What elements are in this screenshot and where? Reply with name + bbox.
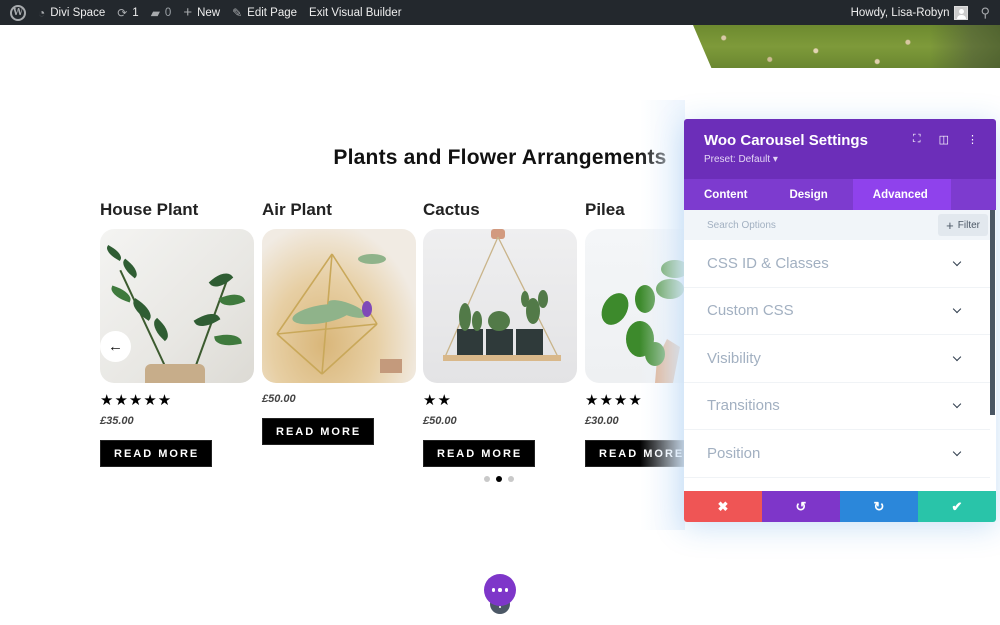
exit-visual-builder-label: Exit Visual Builder: [309, 6, 402, 19]
undo-icon: ↺: [795, 498, 807, 514]
more-options-icon[interactable]: ⋮: [967, 133, 978, 146]
filter-label: Filter: [957, 219, 980, 231]
product-name[interactable]: Cactus: [423, 200, 577, 224]
undo-button[interactable]: ↺: [762, 491, 840, 522]
tab-design[interactable]: Design: [767, 179, 852, 210]
builder-menu-button[interactable]: [484, 574, 516, 606]
wp-admin-bar: W ◔ Divi Space ⟳ 1 ▰ 0 + New ✎ Edit Page…: [0, 0, 1000, 25]
updates-icon: ⟳: [117, 5, 128, 20]
chevron-down-icon: [952, 352, 962, 361]
option-label: CSS ID & Classes: [707, 254, 829, 272]
filter-button[interactable]: + Filter: [938, 214, 988, 236]
product-price: £35.00: [100, 415, 134, 427]
exit-visual-builder-link[interactable]: Exit Visual Builder: [303, 0, 407, 25]
tab-advanced[interactable]: Advanced: [852, 179, 951, 210]
close-icon: ✖: [717, 498, 729, 514]
chevron-down-icon: [952, 257, 962, 266]
greeting: Howdy, Lisa-Robyn: [850, 6, 950, 19]
search-options-input[interactable]: [707, 219, 939, 231]
panel-tabs: Content Design Advanced: [684, 179, 996, 210]
arrow-left-icon: ←: [108, 338, 123, 355]
product-price: £50.00: [262, 393, 296, 405]
product-name[interactable]: Air Plant: [262, 200, 416, 224]
option-transitions[interactable]: Transitions: [684, 383, 990, 430]
option-label: Position: [707, 444, 761, 462]
wordpress-logo-icon: W: [10, 4, 26, 21]
edit-page-link[interactable]: ✎ Edit Page: [226, 0, 303, 25]
read-more-button[interactable]: READ MORE: [423, 440, 536, 467]
option-label: Custom CSS: [707, 302, 794, 320]
panel-shadow-fade: [640, 100, 685, 530]
check-icon: ✔: [951, 498, 963, 514]
discard-button[interactable]: ✖: [684, 491, 762, 522]
chevron-down-icon: [952, 305, 962, 314]
product-price: £50.00: [423, 415, 457, 427]
carousel-dot[interactable]: [484, 476, 490, 482]
split-view-icon[interactable]: ◫: [939, 133, 949, 146]
comments-link[interactable]: ▰ 0: [145, 0, 178, 25]
product-card: Cactus ★★ £50.00 READ MORE: [423, 200, 577, 467]
product-image-air-plant[interactable]: [262, 229, 416, 383]
tab-content[interactable]: Content: [684, 179, 767, 210]
redo-icon: ↻: [873, 498, 885, 514]
avatar-icon: [954, 5, 969, 20]
save-button[interactable]: ✔: [918, 491, 996, 522]
carousel-dot-active[interactable]: [496, 476, 502, 482]
carousel-pagination: [484, 476, 514, 482]
comments-count: 0: [164, 6, 172, 19]
rating-stars: ★★: [423, 392, 452, 409]
product-name[interactable]: House Plant: [100, 200, 254, 224]
hero-image-grass: [693, 25, 1000, 68]
plus-icon: +: [946, 217, 954, 233]
updates-link[interactable]: ⟳ 1: [111, 0, 144, 25]
updates-count: 1: [132, 6, 139, 19]
fullscreen-icon[interactable]: ⛶: [913, 133, 921, 146]
account-menu[interactable]: Howdy, Lisa-Robyn: [845, 0, 975, 25]
option-custom-css[interactable]: Custom CSS: [684, 288, 990, 335]
site-name-link[interactable]: ◔ Divi Space: [32, 0, 111, 25]
read-more-button[interactable]: READ MORE: [100, 440, 213, 467]
product-image-cactus[interactable]: [423, 229, 577, 383]
panel-header[interactable]: Woo Carousel Settings Preset: Default ▾ …: [684, 119, 996, 179]
option-visibility[interactable]: Visibility: [684, 335, 990, 383]
edit-page-label: Edit Page: [247, 6, 298, 19]
redo-button[interactable]: ↻: [840, 491, 918, 522]
new-content-link[interactable]: + New: [177, 0, 226, 25]
panel-actions: ✖ ↺ ↻ ✔: [684, 491, 996, 522]
site-name: Divi Space: [50, 6, 106, 19]
read-more-button[interactable]: READ MORE: [262, 418, 375, 445]
option-label: Transitions: [707, 397, 780, 415]
search-options-row: + Filter: [684, 210, 996, 240]
dashboard-icon: ◔: [38, 5, 46, 20]
pencil-icon: ✎: [232, 5, 243, 20]
carousel-dot[interactable]: [508, 476, 514, 482]
new-label: New: [197, 6, 221, 19]
product-card: Air Plant £50.00 READ MORE: [262, 200, 416, 445]
dot-icon: [498, 588, 502, 592]
option-label: Visibility: [707, 349, 761, 367]
dot-icon: [491, 588, 496, 592]
carousel-prev-button[interactable]: ←: [100, 331, 131, 362]
admin-search-button[interactable]: ⚲: [974, 0, 1000, 25]
wordpress-menu[interactable]: W: [0, 0, 32, 25]
woo-carousel-settings-panel: Woo Carousel Settings Preset: Default ▾ …: [684, 119, 996, 522]
rating-stars: ★★★★★: [100, 392, 173, 409]
chevron-down-icon: [952, 447, 962, 456]
plus-icon: +: [183, 4, 193, 21]
preset-dropdown[interactable]: Preset: Default ▾: [704, 154, 976, 165]
chevron-down-icon: [952, 400, 962, 409]
dot-icon: [504, 588, 509, 592]
option-css-id-classes[interactable]: CSS ID & Classes: [684, 240, 990, 288]
search-icon: ⚲: [980, 4, 990, 20]
panel-scrollbar[interactable]: [990, 210, 995, 415]
comment-icon: ▰: [150, 5, 160, 20]
option-position[interactable]: Position: [684, 430, 990, 478]
